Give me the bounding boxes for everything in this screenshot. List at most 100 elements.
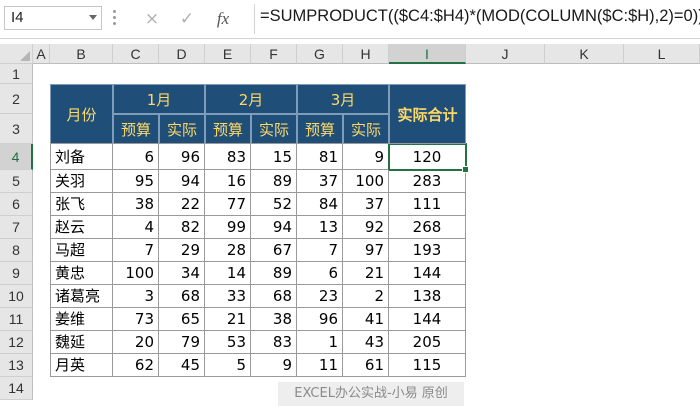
column-header-a[interactable]: A xyxy=(33,44,50,64)
column-header-h[interactable]: H xyxy=(343,44,389,64)
cancel-icon[interactable]: × xyxy=(141,8,163,30)
cell-value[interactable]: 9 xyxy=(343,144,389,170)
cell-value[interactable]: 37 xyxy=(297,170,343,193)
cell-value[interactable]: 37 xyxy=(343,193,389,216)
cell-value[interactable]: 1 xyxy=(297,331,343,354)
row-header-3[interactable]: 3 xyxy=(0,114,33,144)
column-header-c[interactable]: C xyxy=(113,44,159,64)
cell-value[interactable]: 38 xyxy=(113,193,159,216)
cell-total[interactable]: 144 xyxy=(389,308,466,331)
cell-value[interactable]: 68 xyxy=(159,285,205,308)
cell-total[interactable]: 193 xyxy=(389,239,466,262)
cell-value[interactable]: 38 xyxy=(251,308,297,331)
name-box[interactable]: I4 xyxy=(4,6,102,30)
cell-value[interactable]: 16 xyxy=(205,170,251,193)
active-cell[interactable]: 120 xyxy=(388,143,467,171)
cell-total[interactable]: 283 xyxy=(389,170,466,193)
cell-value[interactable]: 2 xyxy=(343,285,389,308)
cell-value[interactable]: 67 xyxy=(251,239,297,262)
row-header-12[interactable]: 12 xyxy=(0,331,33,354)
cell-value[interactable]: 15 xyxy=(251,144,297,170)
cell-value[interactable]: 43 xyxy=(343,331,389,354)
column-header-d[interactable]: D xyxy=(159,44,205,64)
cell-name[interactable]: 关羽 xyxy=(50,170,113,193)
cell-value[interactable]: 20 xyxy=(113,331,159,354)
column-header-l[interactable]: L xyxy=(624,44,700,64)
cell-value[interactable]: 11 xyxy=(297,354,343,377)
cell-value[interactable]: 82 xyxy=(159,216,205,239)
column-header-g[interactable]: G xyxy=(297,44,343,64)
row-header-11[interactable]: 11 xyxy=(0,308,33,331)
cell-value[interactable]: 7 xyxy=(113,239,159,262)
cell-value[interactable]: 99 xyxy=(205,216,251,239)
formula-input[interactable]: =SUMPRODUCT(($C4:$H4)*(MOD(COLUMN($C:$H)… xyxy=(260,7,700,26)
cell-value[interactable]: 5 xyxy=(205,354,251,377)
cell-value[interactable]: 83 xyxy=(205,144,251,170)
cell-name[interactable]: 黄忠 xyxy=(50,262,113,285)
cell-value[interactable]: 61 xyxy=(343,354,389,377)
cell-value[interactable]: 77 xyxy=(205,193,251,216)
row-header-6[interactable]: 6 xyxy=(0,193,33,216)
cell-value[interactable]: 4 xyxy=(113,216,159,239)
row-header-5[interactable]: 5 xyxy=(0,170,33,193)
cell-name[interactable]: 张飞 xyxy=(50,193,113,216)
cell-name[interactable]: 魏延 xyxy=(50,331,113,354)
column-header-i[interactable]: I xyxy=(389,44,466,64)
cell-value[interactable]: 97 xyxy=(343,239,389,262)
cell-value[interactable]: 83 xyxy=(251,331,297,354)
cell-value[interactable]: 89 xyxy=(251,170,297,193)
cell-value[interactable]: 6 xyxy=(113,144,159,170)
enter-icon[interactable]: ✓ xyxy=(176,8,198,30)
cell-value[interactable]: 84 xyxy=(297,193,343,216)
cell-value[interactable]: 7 xyxy=(297,239,343,262)
cell-value[interactable]: 14 xyxy=(205,262,251,285)
cell-value[interactable]: 45 xyxy=(159,354,205,377)
cell-value[interactable]: 6 xyxy=(297,262,343,285)
chevron-down-icon[interactable] xyxy=(89,15,97,20)
cell-value[interactable]: 33 xyxy=(205,285,251,308)
cell-name[interactable]: 赵云 xyxy=(50,216,113,239)
cell-value[interactable]: 95 xyxy=(113,170,159,193)
cell-total[interactable]: 144 xyxy=(389,262,466,285)
row-header-2[interactable]: 2 xyxy=(0,84,33,114)
row-header-1[interactable]: 1 xyxy=(0,64,33,84)
cell-name[interactable]: 姜维 xyxy=(50,308,113,331)
cell-value[interactable]: 41 xyxy=(343,308,389,331)
cell-name[interactable]: 马超 xyxy=(50,239,113,262)
cell-value[interactable]: 21 xyxy=(205,308,251,331)
column-header-j[interactable]: J xyxy=(466,44,545,64)
cell-value[interactable]: 89 xyxy=(251,262,297,285)
fill-handle[interactable] xyxy=(462,166,469,173)
row-header-14[interactable]: 14 xyxy=(0,377,33,400)
cell-value[interactable]: 53 xyxy=(205,331,251,354)
drag-handle-icon[interactable] xyxy=(113,10,117,26)
cell-value[interactable]: 73 xyxy=(113,308,159,331)
cell-total[interactable]: 205 xyxy=(389,331,466,354)
cell-value[interactable]: 68 xyxy=(251,285,297,308)
cell-value[interactable]: 100 xyxy=(343,170,389,193)
cell-value[interactable]: 94 xyxy=(159,170,205,193)
cell-value[interactable]: 21 xyxy=(343,262,389,285)
cell-value[interactable]: 34 xyxy=(159,262,205,285)
cell-value[interactable]: 52 xyxy=(251,193,297,216)
row-header-10[interactable]: 10 xyxy=(0,285,33,308)
cell-total[interactable]: 138 xyxy=(389,285,466,308)
cell-value[interactable]: 94 xyxy=(251,216,297,239)
cell-value[interactable]: 65 xyxy=(159,308,205,331)
cell-value[interactable]: 81 xyxy=(297,144,343,170)
cell-value[interactable]: 22 xyxy=(159,193,205,216)
cell-name[interactable]: 刘备 xyxy=(50,144,113,170)
cell-value[interactable]: 28 xyxy=(205,239,251,262)
row-header-9[interactable]: 9 xyxy=(0,262,33,285)
cell-total[interactable]: 111 xyxy=(389,193,466,216)
cell-total[interactable]: 115 xyxy=(389,354,466,377)
insert-function-icon[interactable]: fx xyxy=(212,8,234,30)
column-header-k[interactable]: K xyxy=(545,44,624,64)
cell-name[interactable]: 诸葛亮 xyxy=(50,285,113,308)
cell-total[interactable]: 268 xyxy=(389,216,466,239)
row-header-8[interactable]: 8 xyxy=(0,239,33,262)
cell-value[interactable]: 92 xyxy=(343,216,389,239)
cell-value[interactable]: 23 xyxy=(297,285,343,308)
row-header-13[interactable]: 13 xyxy=(0,354,33,377)
cell-value[interactable]: 3 xyxy=(113,285,159,308)
